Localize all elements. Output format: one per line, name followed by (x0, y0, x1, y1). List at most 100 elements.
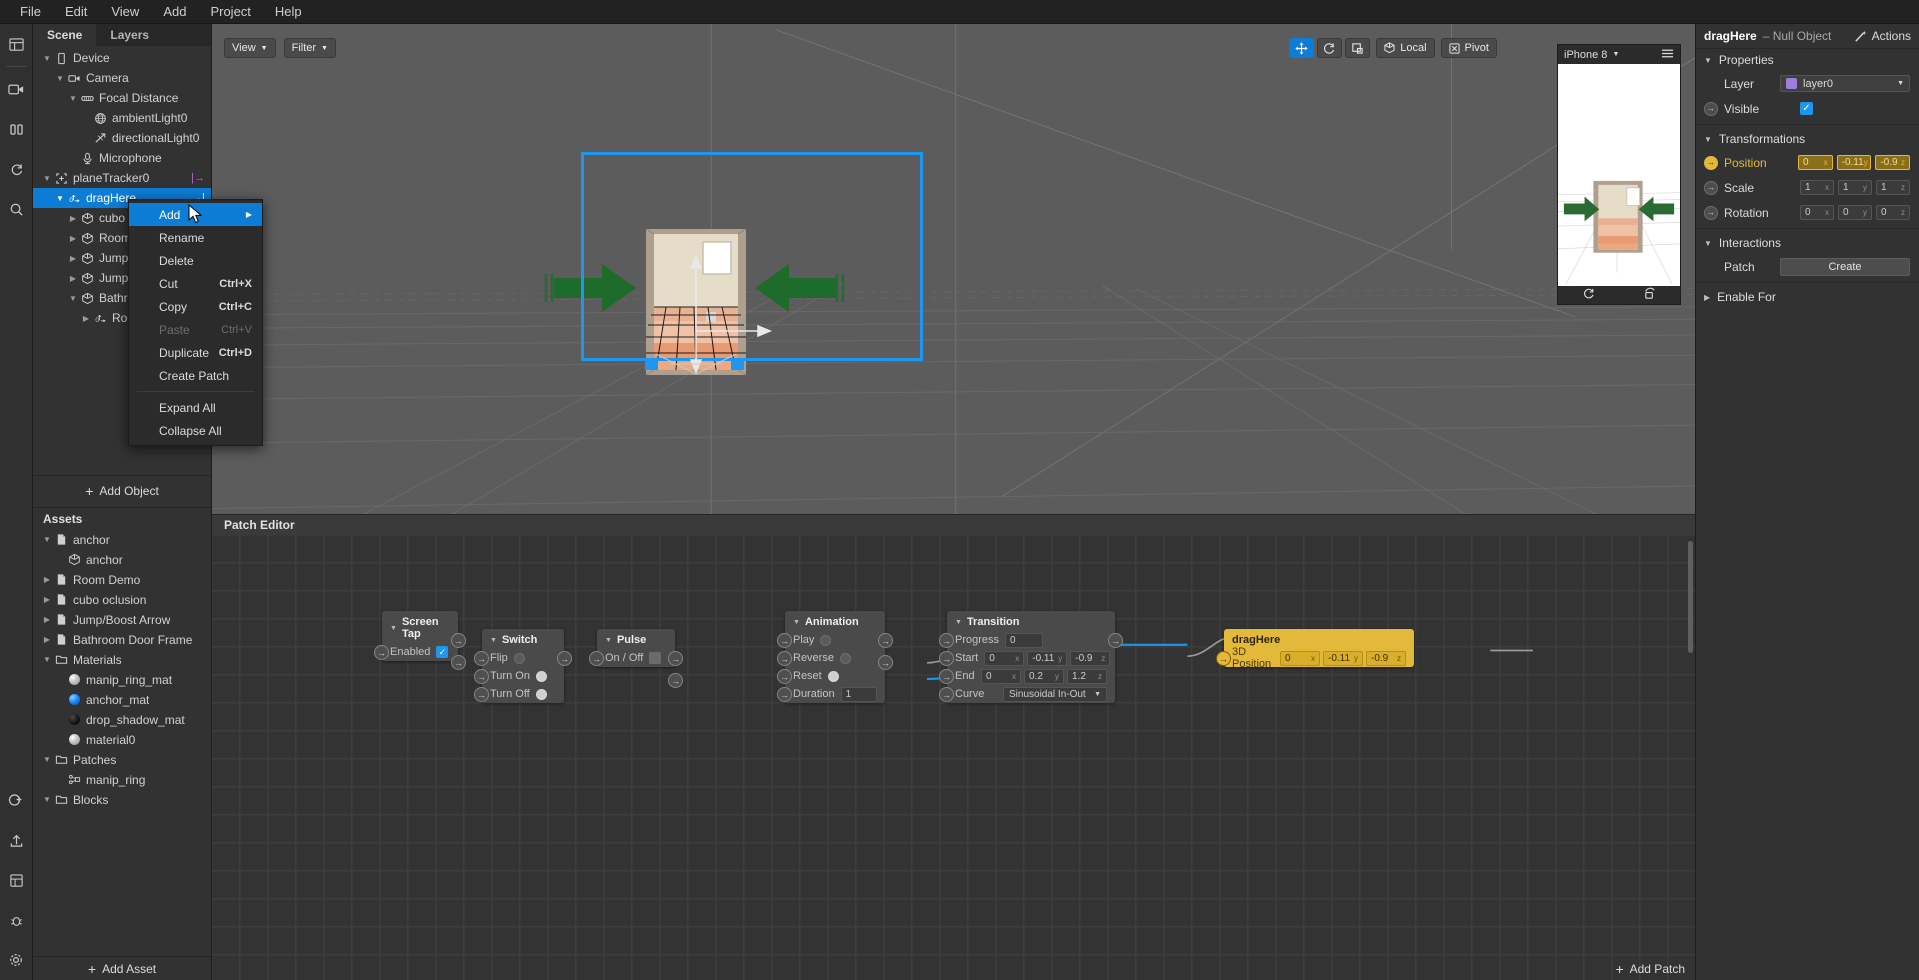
tree-row[interactable]: ▶ cubo oclusion (33, 590, 211, 610)
patch-vector-field-z[interactable]: 1.2 z (1067, 668, 1107, 684)
context-menu-item-collapse-all[interactable]: Collapse All (129, 419, 262, 442)
port-arrow-icon[interactable]: → (1704, 155, 1718, 170)
patch-vector-field-x[interactable]: 0x (984, 650, 1025, 666)
filter-dropdown[interactable]: Filter ▼ (283, 38, 336, 58)
context-menu-item-duplicate[interactable]: Duplicate Ctrl+D (129, 341, 262, 364)
menu-add[interactable]: Add (151, 1, 198, 22)
patch-pulse-dot[interactable] (820, 634, 832, 646)
patch-node-pulse[interactable]: ▼ Pulse → On / Off → → (589, 629, 683, 688)
patch-input-port[interactable]: → (777, 633, 792, 648)
bug-icon[interactable] (0, 900, 33, 940)
grid-icon[interactable] (0, 860, 33, 900)
add-asset-button[interactable]: + Add Asset (33, 956, 211, 980)
menu-file[interactable]: File (8, 1, 53, 22)
chevron-down-icon[interactable]: ▼ (490, 637, 497, 644)
context-menu-item-create-patch[interactable]: Create Patch (129, 364, 262, 387)
transform-gizmo[interactable] (630, 246, 780, 376)
view-dropdown[interactable]: View ▼ (224, 38, 276, 58)
chevron-down-icon[interactable]: ▼ (41, 535, 53, 544)
tree-row[interactable]: ▶ Room Demo (33, 570, 211, 590)
upload-icon[interactable] (0, 820, 33, 860)
context-menu-item-copy[interactable]: Copy Ctrl+C (129, 295, 262, 318)
patch-vector-field-y[interactable]: -0.11 y (1027, 650, 1068, 666)
chevron-down-icon[interactable]: ▼ (955, 619, 962, 626)
visible-checkbox[interactable]: ✓ (1800, 102, 1813, 115)
patch-node-header[interactable]: ▼ Animation (785, 611, 885, 631)
chevron-right-icon[interactable]: ▶ (41, 595, 53, 604)
chevron-down-icon[interactable]: ▼ (41, 174, 53, 183)
tree-row[interactable]: ▼ anchor (33, 530, 211, 550)
patch-output-port[interactable]: → (878, 655, 893, 670)
patch-input-port[interactable]: → (939, 633, 954, 648)
patch-node-animation[interactable]: ▼ Animation → Play → Reverse → Reset → Duration 1 →… (777, 611, 893, 703)
tree-row[interactable]: ▼ Device (33, 48, 211, 68)
menu-project[interactable]: Project (198, 1, 262, 22)
tree-row[interactable]: directionalLight0 (33, 128, 211, 148)
tree-row[interactable]: ▼ Blocks (33, 790, 211, 810)
chevron-right-icon[interactable]: ▶ (67, 274, 79, 283)
patch-output-port[interactable]: → (878, 633, 893, 648)
chevron-down-icon[interactable]: ▼ (41, 655, 53, 664)
record-icon[interactable] (1643, 287, 1656, 303)
chevron-right-icon[interactable]: ▶ (41, 575, 53, 584)
patch-input-port[interactable]: → (374, 645, 389, 660)
tree-row[interactable]: ▼ planeTracker0 |→ (33, 168, 211, 188)
patch-node-screen-tap[interactable]: ▼ Screen Tap → Enabled ✓ → → (374, 611, 466, 670)
context-menu-item-expand-all[interactable]: Expand All (129, 396, 262, 419)
patch-output-port[interactable]: → (1108, 633, 1123, 648)
assets-tree[interactable]: ▼ anchor anchor ▶ Room Demo ▶ cubo oclusion ▶ Ju… (33, 530, 211, 957)
chevron-right-icon[interactable]: ▶ (41, 635, 53, 644)
patch-output-port[interactable]: → (451, 655, 466, 670)
patch-node-header[interactable]: ▼ Screen Tap (382, 611, 458, 643)
port-arrow-icon[interactable]: → (1704, 180, 1718, 195)
reload-icon[interactable] (1582, 287, 1595, 303)
patch-input-port[interactable]: → (474, 669, 489, 684)
tree-row[interactable]: ▼ Patches (33, 750, 211, 770)
device-preview-screen[interactable] (1558, 64, 1680, 286)
patch-vector-field-y[interactable]: -0.11 y (1323, 650, 1363, 666)
patch-vector-field-z[interactable]: -0.9 z (1366, 650, 1406, 666)
scale-tool[interactable] (1345, 38, 1371, 58)
tree-row[interactable]: ▼ Focal Distance (33, 88, 211, 108)
patch-output-port[interactable]: → (557, 651, 572, 666)
3d-viewport[interactable]: View ▼ Filter ▼ Local Pivot iPhone 8 ▼ (212, 24, 1695, 514)
tree-row[interactable]: anchor (33, 550, 211, 570)
patch-vector-field-y[interactable]: 0.2 y (1024, 668, 1064, 684)
tree-row[interactable]: anchor_mat (33, 690, 211, 710)
menu-view[interactable]: View (99, 1, 151, 22)
chevron-down-icon[interactable]: ▼ (54, 74, 66, 83)
gear-icon[interactable] (0, 940, 33, 980)
patch-curve-select[interactable]: Sinusoidal In-Out ▼ (1003, 686, 1107, 702)
chevron-right-icon[interactable]: ▶ (67, 234, 79, 243)
patch-input-port[interactable]: → (939, 669, 954, 684)
scale-field-x[interactable]: 1x (1800, 180, 1834, 195)
tree-row[interactable]: manip_ring (33, 770, 211, 790)
patch-vector-field-x[interactable]: 0x (1280, 650, 1320, 666)
patch-input-port[interactable]: → (1216, 651, 1231, 666)
patch-node-draghere[interactable]: dragHere → 3D Position 0 x -0.11 y -0.9 z (1216, 629, 1414, 670)
patch-canvas[interactable]: ▼ Screen Tap → Enabled ✓ → → ▼ Switch → Flip → Turn … (212, 535, 1695, 980)
tree-row[interactable]: ▼ Camera (33, 68, 211, 88)
patch-input-port[interactable]: → (474, 687, 489, 702)
patch-vector-field-x[interactable]: 0x (981, 668, 1021, 684)
patch-editor-scrollbar[interactable] (1688, 541, 1693, 653)
add-object-button[interactable]: + Add Object (33, 474, 211, 508)
chevron-down-icon[interactable]: ▼ (67, 294, 79, 303)
chevron-right-icon[interactable]: ▶ (80, 314, 92, 323)
rotate-tool[interactable] (1317, 38, 1343, 58)
chevron-down-icon[interactable]: ▼ (41, 795, 53, 804)
patch-input-port[interactable]: → (939, 687, 954, 702)
chevron-down-icon[interactable]: ▼ (793, 619, 800, 626)
patch-toggle-box[interactable] (649, 652, 662, 664)
patch-output-port[interactable]: → (668, 651, 683, 666)
patch-input-port[interactable]: → (589, 651, 604, 666)
patch-vector-field-z[interactable]: -0.9 z (1070, 650, 1111, 666)
position-field-z[interactable]: -0.9 z (1875, 155, 1910, 170)
patch-node-header[interactable]: ▼ Transition (947, 611, 1115, 631)
patch-node-header[interactable]: ▼ Switch (482, 629, 564, 649)
menu-help[interactable]: Help (263, 1, 314, 22)
tree-row[interactable]: ambientLight0 (33, 108, 211, 128)
pause-icon[interactable] (0, 109, 33, 149)
patch-editor[interactable]: Patch Editor ▼ Screen Tap → Enabled ✓ → … (212, 514, 1695, 980)
rotation-field-x[interactable]: 0x (1800, 205, 1834, 220)
